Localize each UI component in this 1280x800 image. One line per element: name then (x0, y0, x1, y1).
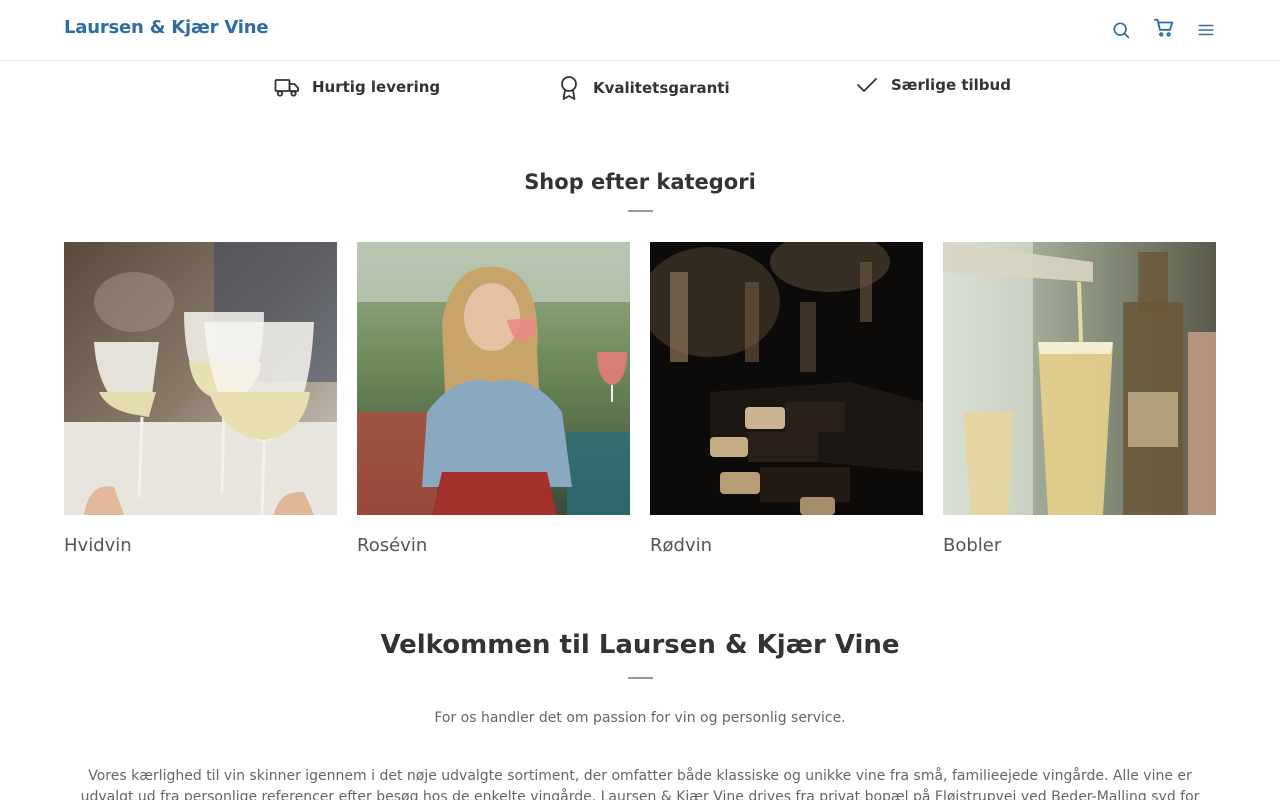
category-card-rodvin[interactable]: Rødvin (650, 242, 923, 556)
champagne-pour-photo (943, 242, 1216, 515)
red-wine-bottles-rack-photo (650, 242, 923, 515)
features-bar: Hurtig levering Kvalitetsgaranti Særlige… (0, 61, 1280, 117)
category-card-rosevin[interactable]: Rosévin (357, 242, 630, 556)
category-section-title: Shop efter kategori (524, 170, 756, 194)
category-label[interactable]: Hvidvin (64, 535, 132, 556)
feature-label: Kvalitetsgaranti (593, 79, 730, 97)
search-button[interactable] (1107, 16, 1135, 44)
cart-button[interactable] (1150, 14, 1178, 42)
welcome-body: Vores kærlighed til vin skinner igennem … (80, 768, 1200, 800)
title-divider (628, 210, 653, 212)
category-card-hvidvin[interactable]: Hvidvin (64, 242, 337, 556)
award-icon (561, 76, 577, 100)
category-card-bobler[interactable]: Bobler (943, 242, 1216, 556)
feature-special-offers: Særlige tilbud (855, 75, 1011, 95)
brand-logo-link[interactable]: Laursen & Kjær Vine (64, 17, 269, 38)
white-wine-toast-photo (64, 242, 337, 515)
cart-icon (1153, 18, 1174, 37)
feature-label: Hurtig levering (312, 78, 441, 96)
feature-quality-guarantee: Kvalitetsgaranti (557, 75, 730, 101)
welcome-tagline: For os handler det om passion for vin og… (434, 710, 846, 726)
title-divider (628, 677, 653, 679)
site-header: Laursen & Kjær Vine (0, 0, 1280, 61)
check-icon (857, 78, 877, 92)
category-label[interactable]: Rosévin (357, 535, 427, 556)
category-label[interactable]: Bobler (943, 535, 1001, 556)
menu-icon (1198, 24, 1214, 36)
menu-button[interactable] (1192, 16, 1220, 44)
truck-icon (274, 79, 299, 97)
welcome-title: Velkommen til Laursen & Kjær Vine (380, 630, 900, 660)
feature-label: Særlige tilbud (891, 76, 1011, 94)
search-icon (1113, 22, 1130, 39)
woman-drinking-rose-photo (357, 242, 630, 515)
feature-fast-delivery: Hurtig levering (274, 75, 440, 99)
category-label[interactable]: Rødvin (650, 535, 712, 556)
